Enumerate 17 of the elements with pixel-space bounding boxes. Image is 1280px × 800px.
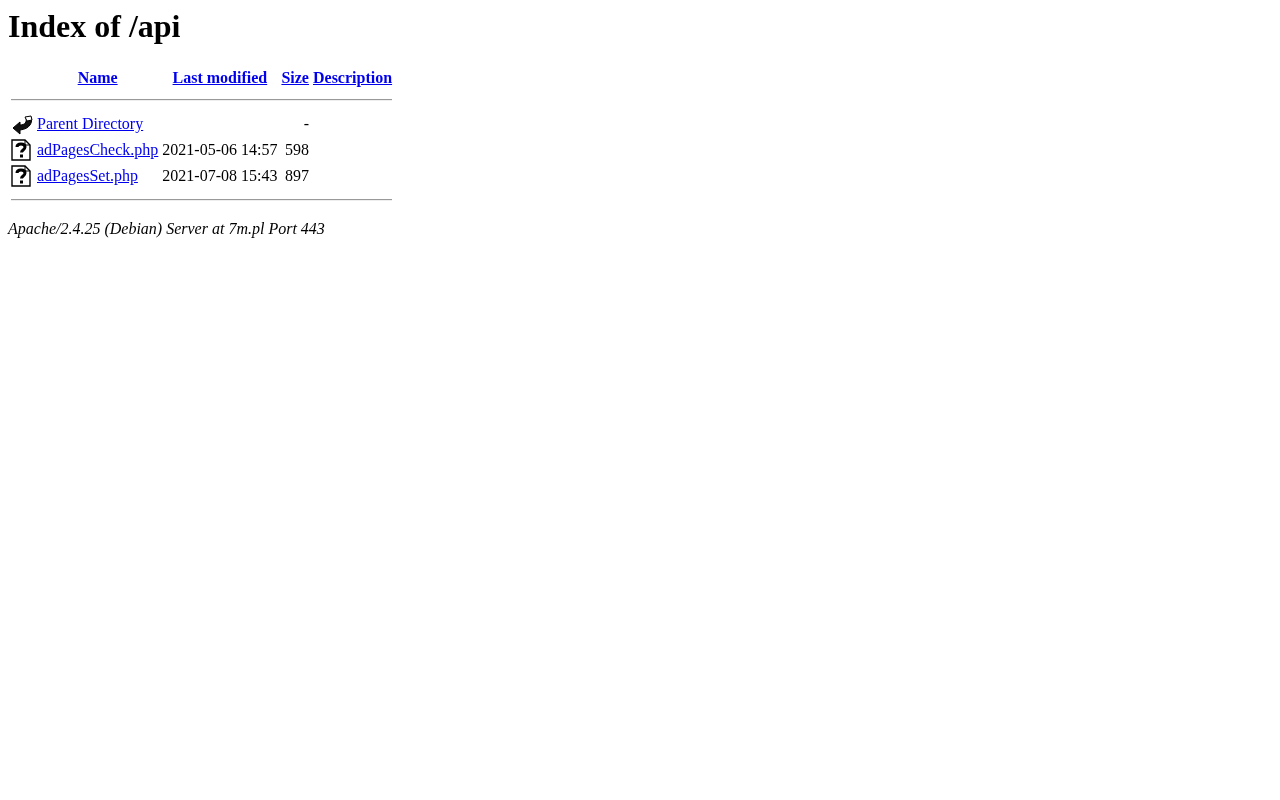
file-size: -	[303, 115, 309, 132]
file-size: 598	[284, 141, 309, 158]
back-arrow-icon	[11, 113, 33, 135]
file-link[interactable]: adPagesSet.php	[37, 167, 138, 184]
server-signature: Apache/2.4.25 (Debian) Server at 7m.pl Port 443	[8, 220, 326, 238]
modified-date: 2021-07-08 15:43	[162, 167, 278, 184]
column-sort-link[interactable]: Name	[77, 69, 118, 86]
file-size: 897	[284, 167, 309, 184]
file-link[interactable]: adPagesCheck.php	[37, 141, 159, 158]
column-sort-link[interactable]: Last modified	[172, 69, 268, 86]
column-sort-link[interactable]: Size	[281, 69, 309, 86]
file-link[interactable]: Parent Directory	[37, 115, 144, 132]
page-title: Index of /api	[8, 8, 182, 45]
modified-date: 2021-05-06 14:57	[162, 141, 278, 158]
column-sort-link[interactable]: Description	[312, 69, 393, 86]
unknown-file-icon	[11, 139, 31, 161]
unknown-file-icon	[11, 165, 31, 187]
